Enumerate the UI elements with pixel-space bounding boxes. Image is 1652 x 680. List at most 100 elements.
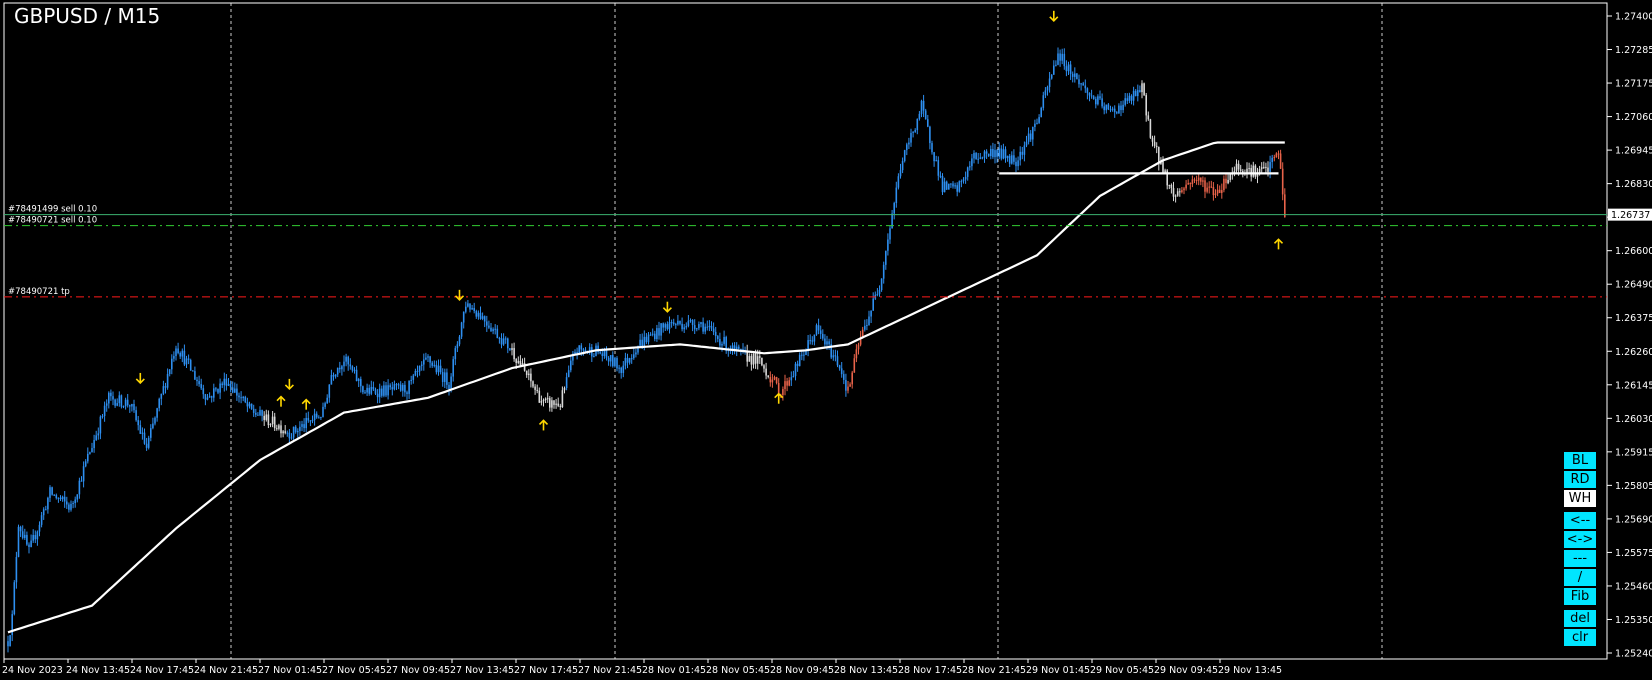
candle-body <box>576 351 578 354</box>
candle-body <box>738 346 740 349</box>
candle-body <box>924 110 927 120</box>
candle-body <box>540 401 543 403</box>
candle-body <box>173 356 175 359</box>
candle-body <box>1046 86 1049 91</box>
candle-body <box>622 365 625 373</box>
down-arrow-icon <box>662 301 672 313</box>
tool-button[interactable]: BL <box>1564 452 1596 469</box>
candle-body <box>1189 183 1192 185</box>
candle-body <box>761 357 763 366</box>
candle-body <box>1168 185 1171 187</box>
candle-body <box>635 352 637 355</box>
y-tick-label: 1.26260 <box>1615 347 1652 358</box>
x-tick-label: 27 Nov 17:45 <box>514 665 578 676</box>
candle-body <box>824 338 826 345</box>
candle-body <box>1082 83 1084 86</box>
up-arrow-icon <box>301 398 311 410</box>
candle-body <box>880 278 883 290</box>
candle-body <box>889 228 891 240</box>
candle-body <box>624 357 627 366</box>
candle-body <box>168 369 171 374</box>
candle-body <box>131 403 133 407</box>
candle-body <box>805 350 807 356</box>
candle-body <box>599 352 601 354</box>
candle-body <box>229 383 232 388</box>
candle-body <box>124 399 127 407</box>
candle-body <box>616 358 618 369</box>
candle-body <box>183 350 186 365</box>
candle-body <box>473 307 475 312</box>
candle-body <box>1038 117 1040 123</box>
candle-body <box>1055 64 1057 66</box>
candle-body <box>994 150 996 158</box>
tool-button[interactable]: WH <box>1564 490 1596 507</box>
candle-body <box>93 439 95 449</box>
candle-body <box>752 353 755 365</box>
tool-button[interactable]: Fib <box>1564 588 1596 605</box>
candle-body <box>307 417 310 421</box>
candle-body <box>368 387 370 394</box>
candle-body <box>120 395 123 407</box>
candle-body <box>549 398 551 408</box>
candle-body <box>714 331 717 337</box>
candle-body <box>162 386 165 394</box>
candle-body <box>425 357 427 360</box>
candle-body <box>1095 98 1097 105</box>
candle-body <box>1179 191 1181 193</box>
candle-body <box>840 368 843 375</box>
candle-body <box>985 151 988 154</box>
candle-body <box>429 356 431 363</box>
candle-body <box>339 367 341 370</box>
candle-body <box>759 356 761 358</box>
candle-body <box>276 428 278 430</box>
candle-body <box>639 339 641 346</box>
candle-body <box>882 264 885 279</box>
candle-body <box>150 428 152 438</box>
chart-area[interactable]: 1.27400 1.27285 1.27175 1.27060 1.26945 1.268… <box>0 0 1652 680</box>
candle-body <box>57 497 60 499</box>
candle-body <box>937 160 940 176</box>
candle-body <box>221 383 223 386</box>
x-tick-label: 27 Nov 21:45 <box>578 665 642 676</box>
tool-button[interactable]: RD <box>1564 471 1596 488</box>
candle-body <box>336 367 339 375</box>
candle-body <box>935 160 937 162</box>
candle-body <box>868 316 870 326</box>
candle-body <box>47 497 49 510</box>
y-tick-label: 1.26375 <box>1615 313 1652 324</box>
price-chart[interactable]: 1.27400 1.27285 1.27175 1.27060 1.26945 1.268… <box>0 0 1652 680</box>
tool-button[interactable]: clr <box>1564 629 1596 646</box>
x-tick-label: 24 Nov 21:45 <box>194 665 258 676</box>
candle-body <box>171 358 173 370</box>
candle-body <box>605 350 608 358</box>
candle-body <box>402 384 404 391</box>
candle-body <box>603 350 606 356</box>
candle-body <box>265 414 268 420</box>
candle-body <box>1103 106 1105 111</box>
candle-body <box>1204 180 1206 192</box>
candle-body <box>263 415 265 420</box>
tool-button[interactable]: <-> <box>1564 531 1596 548</box>
candle-body <box>954 185 956 187</box>
tool-button[interactable]: <-- <box>1564 512 1596 529</box>
candle-body <box>1139 90 1141 93</box>
candle-body <box>267 414 270 426</box>
candle-body <box>462 311 465 323</box>
tool-button[interactable]: del <box>1564 610 1596 627</box>
tool-button[interactable]: --- <box>1564 550 1596 567</box>
candle-body <box>330 375 333 385</box>
candle-body <box>582 349 585 351</box>
y-tick-label: 1.27285 <box>1615 45 1652 56</box>
candle-body <box>956 185 958 192</box>
tool-button[interactable]: / <box>1564 569 1596 586</box>
candle-body <box>702 322 704 332</box>
candle-body <box>708 325 711 327</box>
candle-body <box>271 416 274 425</box>
candle-body <box>166 373 169 388</box>
candle-body <box>135 410 137 421</box>
candle-body <box>782 389 784 395</box>
candle-body <box>45 509 47 511</box>
candle-body <box>467 303 469 307</box>
candle-body <box>1235 163 1238 172</box>
candle-body <box>137 420 139 426</box>
